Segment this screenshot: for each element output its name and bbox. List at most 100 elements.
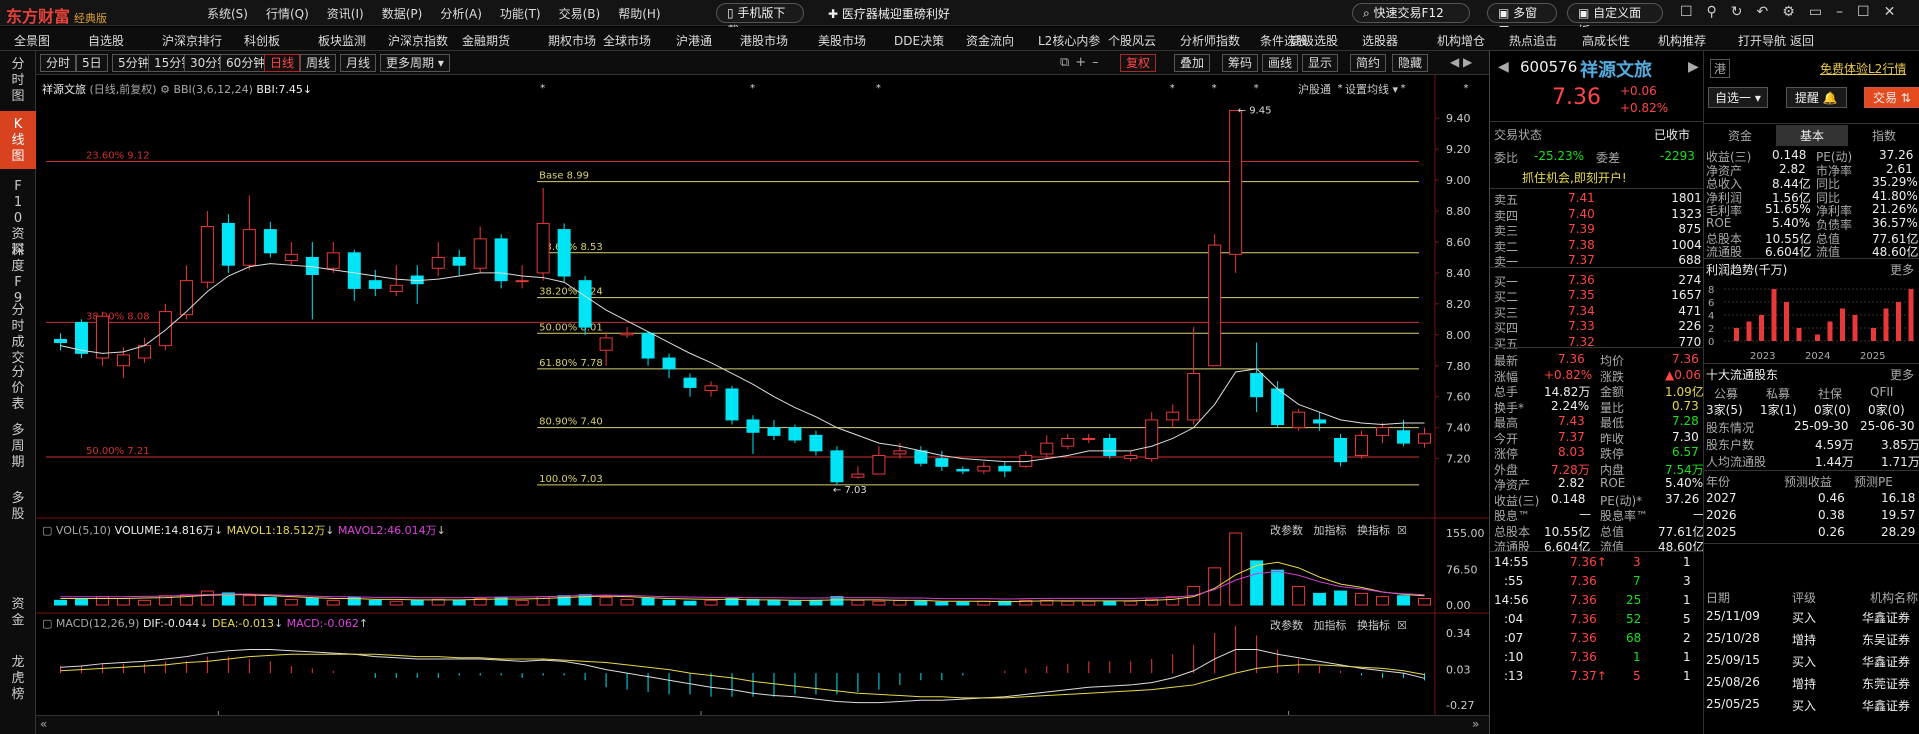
nav-item[interactable]: 分析师指数	[1180, 32, 1240, 49]
price-ytick: 8.80	[1446, 205, 1471, 218]
toolbar-option[interactable]: 复权	[1120, 54, 1157, 72]
nav-item[interactable]: 资金流向	[966, 32, 1014, 49]
menu-item[interactable]: 功能(T)	[500, 5, 541, 22]
nav-item[interactable]: 科创板	[244, 32, 280, 49]
nav-item[interactable]: 高成长性	[1582, 32, 1630, 49]
book-volume: 875	[1678, 222, 1702, 236]
tick-volume: 52	[1626, 612, 1642, 626]
menu-item[interactable]: 系统(S)	[207, 5, 248, 22]
profit-bar	[1871, 328, 1876, 341]
nav-item[interactable]: 自选股	[88, 32, 124, 49]
period-tab[interactable]: 分时	[40, 54, 77, 72]
period-tab[interactable]: 5日	[76, 54, 108, 72]
nav-item[interactable]: 沪港通	[676, 32, 712, 49]
nav-item[interactable]: 期权市场	[548, 32, 596, 49]
menu-item[interactable]: 帮助(H)	[618, 5, 660, 22]
trade-button[interactable]: 交易 ⇅	[1864, 87, 1919, 108]
toolbar-option[interactable]: 筹码	[1222, 54, 1259, 72]
period-tab[interactable]: 周线	[300, 54, 337, 72]
nav-item[interactable]: 金融期货	[462, 32, 510, 49]
period-tab[interactable]: 更多周期 ▾	[380, 54, 450, 72]
nav-item[interactable]: 全景图	[14, 32, 50, 49]
nav-item[interactable]: 沪深京排行	[162, 32, 222, 49]
nav-item[interactable]: 选股器	[1362, 32, 1398, 49]
nav-item[interactable]: 热点追击	[1509, 32, 1557, 49]
nav-item[interactable]: 沪深京指数	[388, 32, 448, 49]
side-tab[interactable]: K线图	[0, 111, 36, 169]
toolbar-option[interactable]: 叠加	[1174, 54, 1211, 72]
candle-body	[851, 473, 865, 478]
nav-item[interactable]: 板块监测	[318, 32, 366, 49]
multi-window-button[interactable]: ▣ 多窗口	[1487, 3, 1557, 38]
f10-value: 51.65%	[1765, 202, 1811, 217]
book-level-label: 买二	[1494, 290, 1519, 304]
book-level-label: 卖四	[1494, 208, 1519, 223]
toolbar-option[interactable]: 简约	[1350, 54, 1387, 72]
candle-body	[1397, 430, 1411, 444]
f10-tab[interactable]: 指数	[1848, 125, 1919, 146]
next-stock-arrow[interactable]: ▶	[1688, 59, 1699, 75]
profit-bar	[1852, 315, 1858, 341]
period-tab[interactable]: 月线	[340, 54, 377, 72]
l2-trial-link[interactable]: 免费体验L2行情	[1820, 60, 1906, 77]
side-tab[interactable]: 分时图	[0, 51, 36, 105]
volume-bar	[599, 597, 613, 606]
toolbar-arrows[interactable]: ◀ ▶	[1450, 55, 1472, 69]
candle-body	[1376, 427, 1390, 436]
side-tab[interactable]: 深度F9	[0, 237, 36, 306]
ad-banner[interactable]: ✚ 医疗器械迎重磅利好	[828, 5, 950, 22]
nav-item[interactable]: 高级选股	[1290, 32, 1338, 49]
side-tab[interactable]: F10资料	[0, 173, 36, 258]
chart-area: 祥源文旅 (日线,前复权) ⚙ BBI(3,6,12,24) BBI:7.45↓…	[36, 75, 1489, 715]
remind-button[interactable]: 提醒 🔔	[1786, 87, 1847, 108]
more-link[interactable]: 更多	[1890, 261, 1914, 278]
menu-item[interactable]: 行情(Q)	[266, 5, 309, 22]
nav-item[interactable]: 机构增仓	[1437, 32, 1485, 49]
candle-body	[242, 229, 256, 266]
toolbar-option[interactable]: 画线	[1262, 54, 1299, 72]
nav-item[interactable]: 美股市场	[818, 32, 866, 49]
f10-tab[interactable]: 基本	[1776, 125, 1848, 146]
event-marker: *	[876, 83, 881, 94]
macd-ytick: 0.34	[1446, 627, 1471, 640]
mobile-download-button[interactable]: ▯ 手机版下载	[716, 3, 804, 38]
nav-item[interactable]: DDE决策	[894, 32, 944, 49]
side-tab[interactable]: 多股	[0, 485, 36, 549]
menu-item[interactable]: 数据(P)	[382, 5, 423, 22]
nav-item[interactable]: 个股风云	[1108, 32, 1156, 49]
f10-tab[interactable]: 资金	[1704, 125, 1776, 146]
nav-item[interactable]: 返回	[1790, 32, 1814, 49]
menu-item[interactable]: 交易(B)	[559, 5, 601, 22]
nav-item[interactable]: 港股市场	[740, 32, 788, 49]
open-account-link[interactable]: 抓住机会,即刻开户!	[1522, 169, 1627, 186]
event-marker: *	[750, 83, 755, 94]
nav-item[interactable]: L2核心内参	[1038, 32, 1100, 49]
macd-tools[interactable]: 改参数 加指标 换指标 ☒	[1270, 617, 1407, 633]
period-tab[interactable]: 日线	[264, 54, 301, 72]
nav-item[interactable]: 打开导航	[1738, 32, 1786, 49]
custom-panel-button[interactable]: ▣ 自定义面板	[1567, 3, 1663, 38]
side-tab[interactable]: 资金	[0, 591, 36, 641]
nav-item[interactable]: 全球市场	[603, 32, 651, 49]
f10-panel: 港 免费体验L2行情 自选一 ▾ 提醒 🔔 交易 ⇅ 资金 基本 指数 收益(三) 0.…	[1703, 51, 1919, 734]
side-tab[interactable]: 分价表	[0, 359, 36, 413]
window-controls[interactable]: ☐⚲↻↶⚙▭–☐✕	[1680, 4, 1909, 20]
menu-item[interactable]: 资讯(I)	[327, 5, 364, 22]
toolbar-option[interactable]: 隐藏	[1392, 54, 1429, 72]
side-tab[interactable]: 多周期	[0, 417, 36, 483]
volume-bar	[620, 598, 634, 606]
menu-item[interactable]: 分析(A)	[440, 5, 482, 22]
vol-tools[interactable]: 改参数 加指标 换指标 ☒	[1270, 522, 1407, 538]
nav-item[interactable]: 机构推荐	[1658, 32, 1706, 49]
toolbar-option[interactable]: 显示	[1302, 54, 1339, 72]
side-tab[interactable]: 龙虎榜	[0, 649, 36, 715]
tick-count: 3	[1683, 574, 1691, 588]
prev-stock-arrow[interactable]: ◀	[1498, 59, 1509, 75]
chart-scrollbar[interactable]: «»	[36, 715, 1489, 734]
quick-trade-button[interactable]: ⌕ 快速交易F12	[1352, 3, 1470, 23]
more-link[interactable]: 更多	[1890, 366, 1914, 383]
candle-body	[578, 280, 592, 328]
zixuan-button[interactable]: 自选一 ▾	[1708, 87, 1768, 108]
side-tab[interactable]: 分时成交	[0, 297, 36, 366]
zoom-controls[interactable]: ⧉+–	[1060, 55, 1105, 70]
